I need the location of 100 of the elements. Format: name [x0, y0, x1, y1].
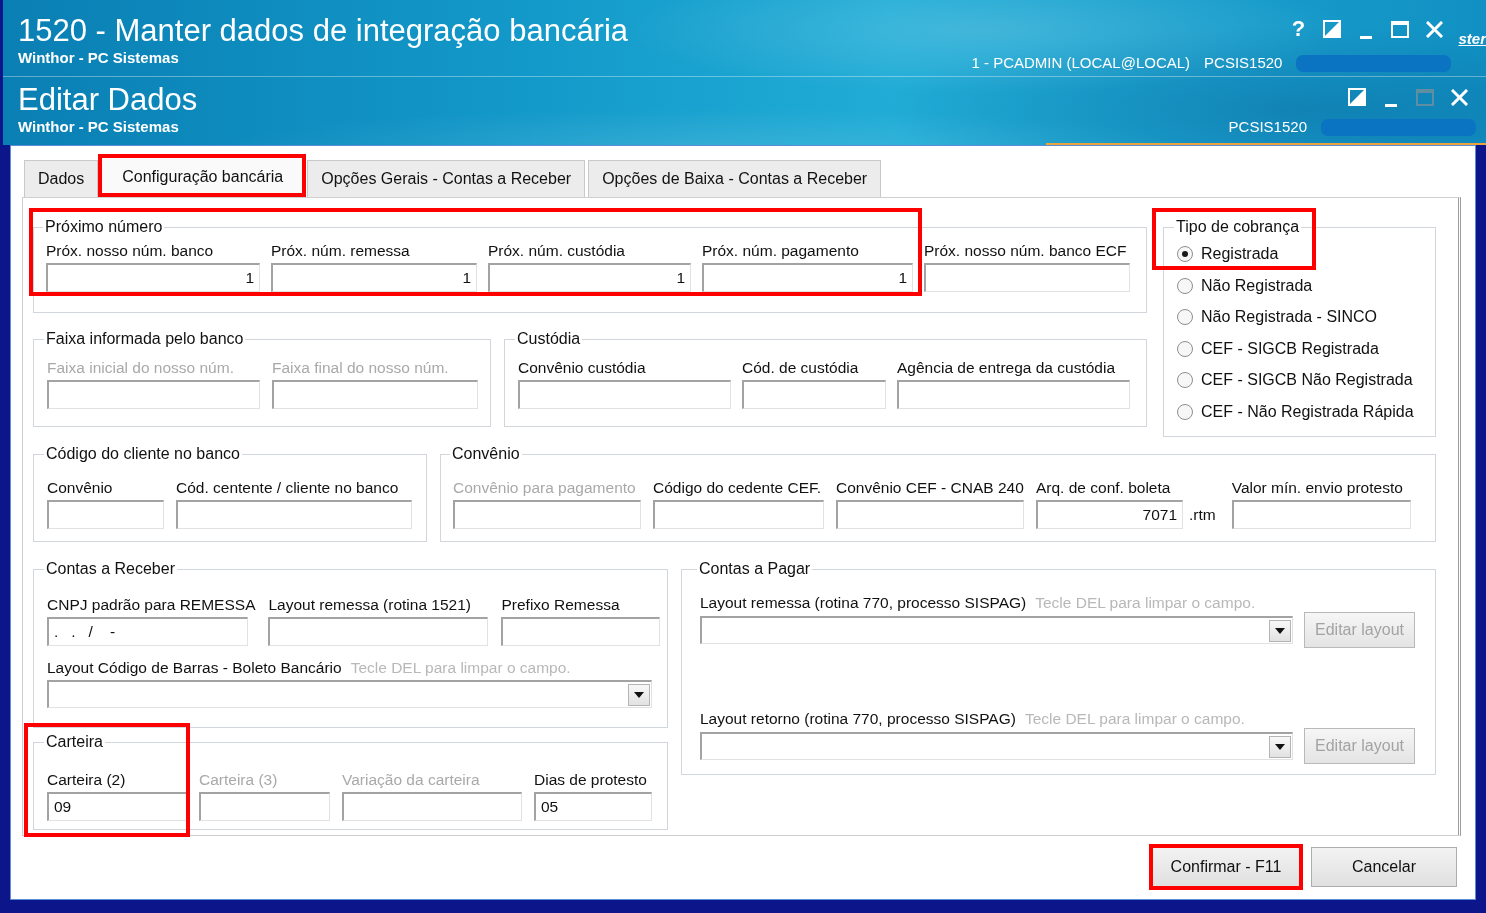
group-title: Carteira	[45, 733, 104, 751]
field-label: Cód. de custódia	[742, 359, 859, 377]
window-title: 1520 - Manter dados de integração bancária	[18, 13, 629, 49]
maximize-icon	[1391, 20, 1410, 38]
radio-option[interactable]: CEF - SIGCB Não Registrada	[1177, 370, 1413, 391]
text-field[interactable]	[501, 617, 661, 646]
field-label: Código do cedente CEF.	[653, 479, 822, 497]
field-label: CNPJ padrão para REMESSA	[47, 596, 256, 614]
field-label: Convênio custódia	[518, 359, 646, 377]
text-field[interactable]: 7071	[1036, 500, 1183, 529]
field-suffix: .rtm	[1189, 505, 1216, 524]
cancel-button[interactable]: Cancelar	[1311, 847, 1457, 887]
text-field[interactable]	[199, 792, 330, 821]
text-field[interactable]	[1231, 500, 1411, 529]
field-label: Arq. de conf. boleta	[1036, 479, 1171, 497]
tab[interactable]: Opções de Baixa - Contas a Receber	[588, 160, 882, 197]
text-field[interactable]	[653, 500, 824, 529]
text-field[interactable]	[453, 500, 641, 529]
dropdown-button[interactable]	[1269, 619, 1291, 642]
field-label: Prefixo Remessa	[501, 596, 620, 614]
user-label: 1 - PCADMIN (LOCAL@LOCAL)	[971, 54, 1191, 72]
minimize-icon	[1360, 35, 1373, 39]
text-field[interactable]	[742, 380, 886, 409]
field-label: Carteira (3)	[199, 771, 278, 789]
field-label: Faixa inicial do nosso núm.	[47, 359, 234, 377]
field-label: Convênio	[47, 479, 113, 497]
text-field[interactable]	[47, 380, 260, 409]
radio-option[interactable]: Não Registrada	[1177, 275, 1313, 296]
field-label: Próx. nosso núm. banco	[46, 242, 214, 260]
field-label: Próx. núm. custódia	[488, 242, 625, 260]
field-label: Convênio CEF - CNAB 240	[836, 479, 1024, 497]
close-icon	[1425, 20, 1443, 38]
dropdown-button[interactable]	[628, 683, 650, 706]
group-title: Código do cliente no banco	[45, 445, 241, 463]
text-field[interactable]	[176, 500, 412, 529]
window-subtitle: Winthor - PC Sistemas	[18, 49, 179, 67]
close-icon	[1450, 88, 1468, 106]
dropdown-button[interactable]	[1269, 735, 1291, 758]
text-field[interactable]: 1	[488, 263, 691, 292]
group-title: Custódia	[516, 330, 582, 348]
text-field[interactable]: 1	[271, 263, 477, 292]
group-title: Contas a Pagar	[698, 560, 812, 578]
caret-down-icon	[1275, 627, 1285, 634]
field-hint: Tecle DEL para limpar o campo.	[350, 659, 571, 677]
field-label: Próx. núm. remessa	[271, 242, 410, 260]
text-field[interactable]	[272, 380, 478, 409]
text-field[interactable]: 05	[534, 792, 652, 821]
text-field[interactable]: 1	[46, 263, 260, 292]
field-label: Valor mín. envio protesto	[1231, 479, 1403, 497]
field-label: Convênio para pagamento	[453, 479, 636, 497]
group-title: Próximo número	[44, 218, 164, 236]
field-label: Layout Código de Barras - Boleto Bancário	[47, 659, 342, 677]
group-title: Convênio	[451, 445, 521, 463]
field-hint: Tecle DEL para limpar o campo.	[1024, 710, 1245, 728]
field-label: Agência de entrega da custódia	[897, 359, 1116, 377]
window-title: Editar Dados	[18, 82, 198, 118]
window-subtitle: Winthor - PC Sistemas	[18, 118, 179, 136]
field-label: Layout retorno (rotina 770, processo SISPAG)	[700, 710, 1016, 728]
radio-option[interactable]: CEF - Não Registrada Rápida	[1177, 401, 1414, 422]
minimize-icon	[1385, 103, 1397, 107]
group-title: Contas a Receber	[45, 560, 176, 578]
half-filled-square-icon	[1348, 88, 1366, 106]
link-text[interactable]: ster	[1458, 30, 1486, 48]
text-field[interactable]	[836, 500, 1024, 529]
maximize-icon	[1416, 88, 1434, 106]
field-label: Próx. nosso núm. banco ECF	[924, 242, 1127, 260]
radio-option[interactable]: Não Registrada - SINCO	[1177, 307, 1378, 328]
field-label: Dias de protesto	[534, 771, 647, 789]
text-field[interactable]	[342, 792, 522, 821]
text-field[interactable]: 1	[702, 263, 913, 292]
text-field[interactable]	[518, 380, 731, 409]
text-field[interactable]: . . / -	[47, 617, 248, 646]
radio-option[interactable]: Registrada	[1177, 244, 1279, 264]
dropdown-field[interactable]	[700, 732, 1293, 760]
program-code: PCSIS1520	[1204, 54, 1283, 72]
group-title: Tipo de cobrança	[1175, 218, 1301, 236]
dropdown-field[interactable]	[700, 616, 1293, 644]
field-label: Layout remessa (rotina 770, processo SISPAG)	[700, 594, 1027, 612]
text-field[interactable]: 09	[47, 792, 187, 821]
caret-down-icon	[1275, 743, 1285, 750]
program-code: PCSIS1520	[1228, 118, 1307, 136]
group-title: Faixa informada pelo banco	[45, 330, 245, 348]
field-label: Layout remessa (rotina 1521)	[268, 596, 471, 614]
tab[interactable]: Dados	[24, 160, 99, 197]
text-field[interactable]	[47, 500, 164, 529]
half-filled-square-icon	[1323, 20, 1342, 38]
field-label: Carteira (2)	[47, 771, 126, 789]
text-field[interactable]	[924, 263, 1130, 292]
radio-option[interactable]: CEF - SIGCB Registrada	[1177, 338, 1379, 359]
confirm-button[interactable]: Confirmar - F11	[1152, 847, 1300, 887]
dropdown-field[interactable]	[47, 680, 652, 708]
field-label: Faixa final do nosso núm.	[272, 359, 449, 377]
text-field[interactable]	[268, 617, 489, 646]
field-label: Variação da carteira	[342, 771, 480, 789]
tab[interactable]: Opções Gerais - Contas a Receber	[307, 160, 586, 197]
field-hint: Tecle DEL para limpar o campo.	[1035, 594, 1256, 612]
text-field[interactable]	[897, 380, 1130, 409]
caret-down-icon	[634, 691, 644, 698]
field-label: Próx. núm. pagamento	[702, 242, 859, 260]
field-label: Cód. centente / cliente no banco	[176, 479, 399, 497]
